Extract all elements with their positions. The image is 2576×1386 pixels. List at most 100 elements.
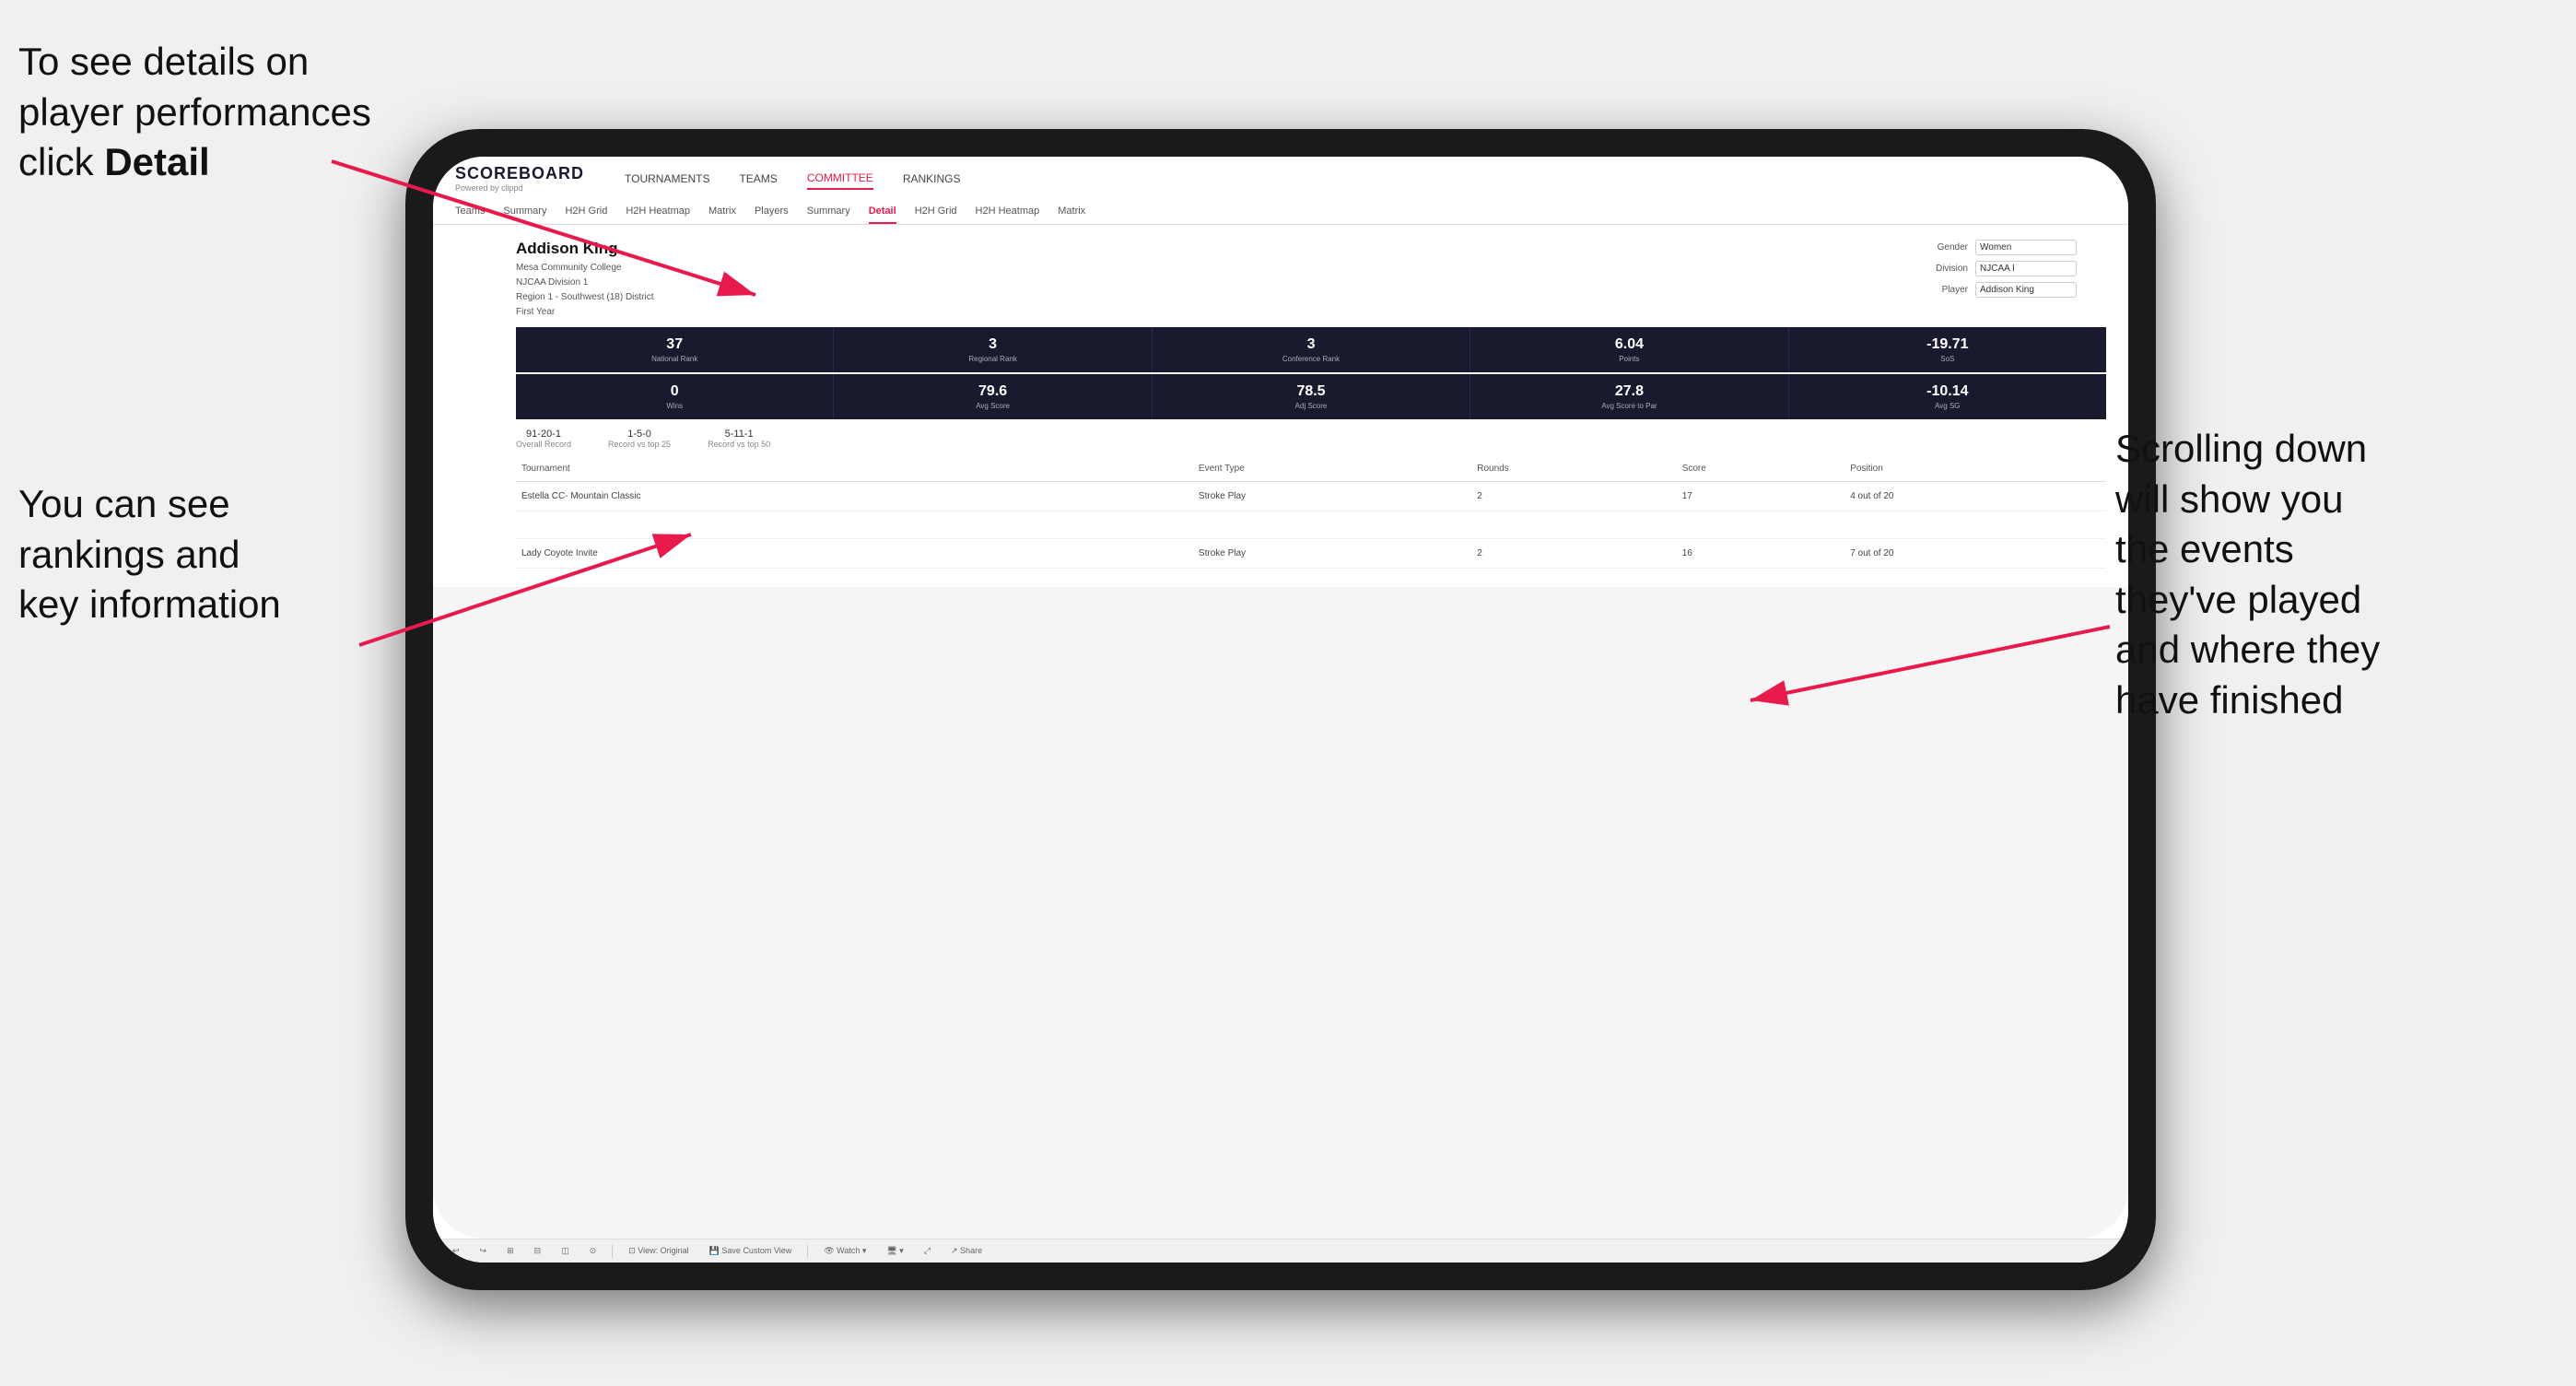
player-select[interactable]: Addison King [1975, 282, 2077, 298]
regional-rank-value: 3 [841, 336, 1143, 353]
gender-label: Gender [1922, 242, 1968, 253]
content-panel: Addison King Mesa Community College NJCA… [433, 225, 2128, 587]
conference-rank-value: 3 [1160, 336, 1462, 353]
subnav-summary[interactable]: Summary [503, 202, 546, 224]
table-row [516, 511, 2106, 539]
nav-teams[interactable]: TEAMS [739, 169, 777, 189]
subnav-h2h-heatmap[interactable]: H2H Heatmap [626, 202, 690, 224]
gender-filter-row: Gender Women [1922, 240, 2106, 255]
annotation-right: Scrolling down will show you the events … [2115, 424, 2521, 726]
stat-avg-score: 79.6 Avg Score [834, 374, 1152, 419]
subnav-players[interactable]: Players [755, 202, 789, 224]
annotation-r-line6: have finished [2115, 678, 2344, 722]
player-filter-row: Player Addison King [1922, 282, 2106, 298]
conference-rank-label: Conference Rank [1160, 355, 1462, 363]
position-2: 7 out of 20 [1844, 539, 2106, 569]
points-label: Points [1478, 355, 1780, 363]
sos-value: -19.71 [1797, 336, 2099, 353]
avg-score-par-label: Avg Score to Par [1478, 402, 1780, 410]
share-button[interactable]: ↗ Share [946, 1244, 987, 1258]
annotation-r-line1: Scrolling down [2115, 427, 2367, 470]
tournament-table: Tournament Event Type Rounds Score Posit… [516, 456, 2106, 569]
points-value: 6.04 [1478, 336, 1780, 353]
stat-regional-rank: 3 Regional Rank [834, 327, 1152, 372]
main-content: Addison King Mesa Community College NJCA… [433, 225, 2128, 1239]
redo-button[interactable]: ↪ [475, 1244, 492, 1258]
nav-tournaments[interactable]: TOURNAMENTS [625, 169, 709, 189]
col-event-type: Event Type [1193, 456, 1471, 482]
event-type-1: Stroke Play [1193, 482, 1471, 511]
player-school: Mesa Community College [516, 261, 654, 276]
annotation-r-line4: they've played [2115, 578, 2361, 621]
annotation-bl-line3: key information [18, 582, 281, 626]
rounds-1: 2 [1471, 482, 1676, 511]
record-overall-label: Overall Record [516, 440, 571, 449]
rounds-2: 2 [1471, 539, 1676, 569]
expand-button[interactable]: ⤢ [919, 1244, 935, 1258]
record-top25-label: Record vs top 25 [608, 440, 671, 449]
tournament-empty-1 [1140, 482, 1192, 511]
subnav-summary2[interactable]: Summary [807, 202, 850, 224]
subnav-matrix[interactable]: Matrix [708, 202, 736, 224]
save-custom-view-button[interactable]: 💾 Save Custom View [705, 1244, 797, 1258]
avg-sg-label: Avg SG [1797, 402, 2099, 410]
watch-button[interactable]: 👁 Watch ▾ [819, 1244, 871, 1258]
record-top25-value: 1-5-0 [608, 429, 671, 440]
col-tournament: Tournament [516, 456, 1140, 482]
gender-select[interactable]: Women [1975, 240, 2077, 255]
scoreboard-logo: SCOREBOARD Powered by clippd [455, 164, 584, 193]
nav-committee[interactable]: COMMITTEE [807, 168, 873, 190]
subnav-teams[interactable]: Teams [455, 202, 485, 224]
stat-points: 6.04 Points [1470, 327, 1788, 372]
subnav-matrix2[interactable]: Matrix [1058, 202, 1085, 224]
player-division: NJCAA Division 1 [516, 276, 654, 290]
col-score: Score [1677, 456, 1845, 482]
fit-button[interactable]: ◫ [556, 1244, 574, 1258]
subnav-h2h-grid2[interactable]: H2H Grid [915, 202, 957, 224]
annotation-r-line2: will show you [2115, 477, 2343, 521]
record-top25: 1-5-0 Record vs top 25 [608, 429, 671, 449]
record-top50-label: Record vs top 50 [708, 440, 770, 449]
settings-button[interactable]: ⊙ [585, 1244, 602, 1258]
stat-national-rank: 37 National Rank [516, 327, 834, 372]
tablet-inner: SCOREBOARD Powered by clippd TOURNAMENTS… [433, 157, 2128, 1263]
display-button[interactable]: 🖥 ▾ [882, 1244, 907, 1258]
nav-rankings[interactable]: RANKINGS [903, 169, 961, 189]
score-2: 16 [1677, 539, 1845, 569]
player-filter-label: Player [1922, 285, 1968, 295]
zoom-in-button[interactable]: ⊞ [502, 1244, 519, 1258]
zoom-out-button[interactable]: ⊟ [530, 1244, 546, 1258]
logo-subtext: Powered by clippd [455, 183, 584, 193]
tablet-screen: SCOREBOARD Powered by clippd TOURNAMENTS… [433, 157, 2128, 1263]
bottom-toolbar: ↩ ↪ ⊞ ⊟ ◫ ⊙ ⊡ View: Original 💾 Save Cust… [433, 1239, 2128, 1263]
stat-avg-score-par: 27.8 Avg Score to Par [1470, 374, 1788, 419]
table-row: Lady Coyote Invite Stroke Play 2 16 7 ou… [516, 539, 2106, 569]
avg-sg-value: -10.14 [1797, 383, 2099, 400]
stat-adj-score: 78.5 Adj Score [1153, 374, 1470, 419]
annotation-bottom-left: You can see rankings and key information [18, 479, 405, 630]
regional-rank-label: Regional Rank [841, 355, 1143, 363]
annotation-line3-bold: Detail [104, 140, 209, 183]
stat-conference-rank: 3 Conference Rank [1153, 327, 1470, 372]
col-rounds: Rounds [1471, 456, 1676, 482]
record-overall-value: 91-20-1 [516, 429, 571, 440]
subnav-h2h-grid[interactable]: H2H Grid [565, 202, 607, 224]
subnav-detail[interactable]: Detail [869, 202, 896, 224]
division-select[interactable]: NJCAA I [1975, 261, 2077, 276]
view-original-button[interactable]: ⊡ View: Original [624, 1244, 693, 1258]
stats-row-1: 37 National Rank 3 Regional Rank 3 Confe… [516, 327, 2106, 372]
subnav-h2h-heatmap2[interactable]: H2H Heatmap [976, 202, 1040, 224]
undo-button[interactable]: ↩ [448, 1244, 464, 1258]
app-header: SCOREBOARD Powered by clippd TOURNAMENTS… [433, 157, 2128, 225]
national-rank-value: 37 [523, 336, 825, 353]
player-header: Addison King Mesa Community College NJCA… [433, 225, 2128, 327]
annotation-line1: To see details on [18, 40, 309, 83]
toolbar-separator [612, 1245, 613, 1258]
annotation-top-left: To see details on player performances cl… [18, 37, 424, 188]
stats-row-2: 0 Wins 79.6 Avg Score 78.5 Adj Score 2 [516, 374, 2106, 419]
annotation-r-line3: the events [2115, 527, 2294, 570]
tournament-empty-2 [1140, 539, 1192, 569]
tournament-name-1: Estella CC- Mountain Classic [516, 482, 1140, 511]
player-info: Addison King Mesa Community College NJCA… [516, 240, 654, 320]
empty-row [516, 511, 2106, 539]
